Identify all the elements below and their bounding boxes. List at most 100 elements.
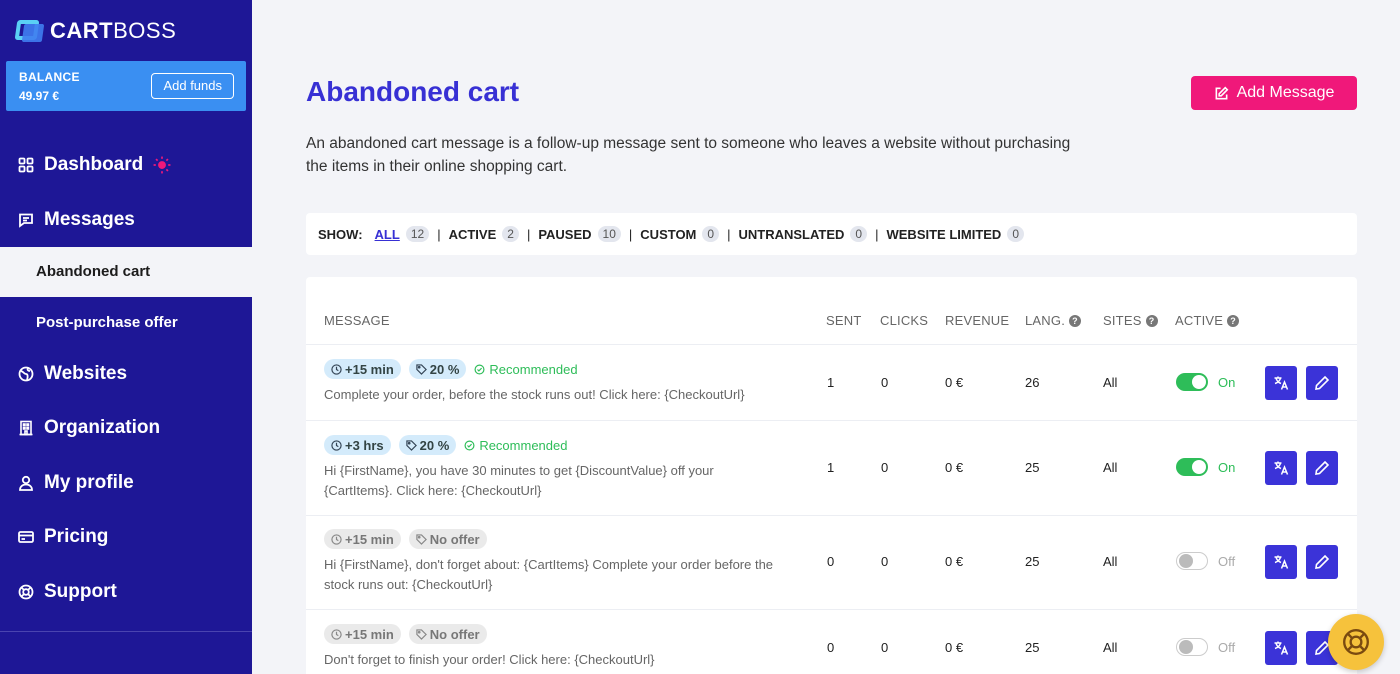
filter-active-count: 2 <box>502 226 519 242</box>
cartboss-logo[interactable]: CARTBOSS <box>14 18 177 44</box>
sent-value: 1 <box>827 375 835 390</box>
nav-pricing-label: Pricing <box>44 526 109 547</box>
badge-check-icon <box>474 364 485 374</box>
translate-button[interactable] <box>1265 451 1297 485</box>
table-row[interactable]: +15 min 20 % Recommended Complete your o… <box>306 345 1357 420</box>
table-row[interactable]: +15 min No offer Don't forget to finish … <box>306 610 1357 674</box>
add-message-label: Add Message <box>1236 84 1335 101</box>
help-icon[interactable]: ? <box>1227 314 1240 327</box>
recommended-text: Recommended <box>489 361 578 377</box>
grid-icon <box>18 157 34 173</box>
header-sites: SITES? <box>1103 313 1158 328</box>
sites-value: All <box>1103 640 1118 655</box>
help-icon[interactable]: ? <box>1069 314 1082 327</box>
active-toggle[interactable]: On <box>1176 458 1235 476</box>
translate-icon <box>1274 376 1289 390</box>
sites-value: All <box>1103 460 1118 475</box>
offer-text: No offer <box>429 626 480 642</box>
clicks-value: 0 <box>881 640 889 655</box>
lifebuoy-icon <box>1343 629 1369 655</box>
clock-icon <box>331 363 342 375</box>
filter-untranslated[interactable]: UNTRANSLATED <box>738 227 844 242</box>
row-tags: +15 min No offer <box>324 529 487 549</box>
delay-text: +3 hrs <box>345 437 384 453</box>
header-sent: SENT <box>826 313 862 328</box>
pencil-icon <box>1315 375 1330 390</box>
sent-value: 0 <box>827 554 835 569</box>
price-tag-icon <box>405 439 417 451</box>
nav-my-profile[interactable]: My profile <box>18 472 134 494</box>
recommended-text: Recommended <box>479 437 568 453</box>
toggle-switch[interactable] <box>1176 373 1208 391</box>
delay-text: +15 min <box>345 531 394 547</box>
nav-websites[interactable]: Websites <box>18 363 127 385</box>
row-tags: +15 min No offer <box>324 624 487 644</box>
edit-button[interactable] <box>1306 366 1338 400</box>
filter-active[interactable]: ACTIVE <box>449 227 497 242</box>
nav-websites-label: Websites <box>44 363 128 384</box>
row-tags: +15 min 20 % Recommended <box>324 359 578 379</box>
filter-all[interactable]: ALL <box>375 227 400 242</box>
nav-dashboard[interactable]: Dashboard <box>18 154 171 176</box>
offer-tag: No offer <box>408 529 487 549</box>
sites-value: All <box>1103 554 1118 569</box>
filter-paused[interactable]: PAUSED <box>538 227 591 242</box>
delay-tag: +3 hrs <box>324 435 391 455</box>
table-row[interactable]: +3 hrs 20 % Recommended Hi {FirstName}, … <box>306 421 1357 515</box>
delay-tag: +15 min <box>324 359 401 379</box>
message-text: Hi {FirstName}, don't forget about: {Car… <box>324 557 774 592</box>
edit-square-icon <box>1215 86 1229 99</box>
messages-table: MESSAGE SENT CLICKS REVENUE LANG.? SITES… <box>306 277 1357 674</box>
clock-icon <box>331 533 342 545</box>
translate-icon <box>1274 555 1289 569</box>
edit-button[interactable] <box>1306 451 1338 485</box>
logo-text: CARTBOSS <box>50 18 177 43</box>
balance-card: BALANCE 49.97 € Add funds <box>6 61 246 111</box>
revenue-value: 0 € <box>945 460 964 475</box>
sent-value: 0 <box>827 640 835 655</box>
revenue-value: 0 € <box>945 640 964 655</box>
active-toggle[interactable]: Off <box>1176 638 1235 656</box>
toggle-switch[interactable] <box>1176 638 1208 656</box>
globe-icon <box>18 366 34 382</box>
header-lang-label: LANG. <box>1025 313 1066 328</box>
active-toggle[interactable]: On <box>1176 373 1235 391</box>
filter-website-limited[interactable]: WEBSITE LIMITED <box>886 227 1001 242</box>
support-chat-button[interactable] <box>1328 614 1384 670</box>
translate-button[interactable] <box>1265 631 1297 665</box>
nav-organization[interactable]: Organization <box>18 417 160 439</box>
filter-custom[interactable]: CUSTOM <box>640 227 696 242</box>
header-active: ACTIVE? <box>1175 313 1240 328</box>
toggle-label: Off <box>1218 553 1236 569</box>
nav-post-purchase-offer[interactable]: Post-purchase offer <box>0 298 252 348</box>
sent-value: 1 <box>827 460 835 475</box>
active-toggle[interactable]: Off <box>1176 552 1235 570</box>
nav-support-label: Support <box>44 581 117 602</box>
add-funds-button[interactable]: Add funds <box>151 73 234 99</box>
filter-separator: | <box>875 226 879 242</box>
sidebar-divider <box>0 631 252 632</box>
filter-separator: | <box>628 226 633 242</box>
recommended-badge: Recommended <box>464 438 567 453</box>
edit-button[interactable] <box>1306 545 1338 579</box>
sidebar: CARTBOSS BALANCE 49.97 € Add funds Dashb… <box>0 0 252 674</box>
translate-button[interactable] <box>1265 366 1297 400</box>
header-message: MESSAGE <box>324 313 390 328</box>
add-message-button[interactable]: Add Message <box>1191 76 1357 110</box>
table-row[interactable]: +15 min No offer Hi {FirstName}, don't f… <box>306 516 1357 609</box>
translate-button[interactable] <box>1265 545 1297 579</box>
nav-pricing[interactable]: Pricing <box>18 526 108 548</box>
nav-support[interactable]: Support <box>18 581 117 603</box>
delay-text: +15 min <box>345 361 394 377</box>
header-revenue: REVENUE <box>945 313 1010 328</box>
revenue-value: 0 € <box>945 554 964 569</box>
nav-abandoned-cart[interactable]: Abandoned cart <box>0 247 252 297</box>
toggle-switch[interactable] <box>1176 458 1208 476</box>
help-icon[interactable]: ? <box>1145 314 1158 327</box>
nav-messages[interactable]: Messages <box>18 209 135 231</box>
toggle-label: On <box>1218 459 1236 475</box>
nav-organization-label: Organization <box>44 417 161 438</box>
clicks-value: 0 <box>881 554 889 569</box>
lifebuoy-icon <box>18 584 34 600</box>
toggle-switch[interactable] <box>1176 552 1208 570</box>
